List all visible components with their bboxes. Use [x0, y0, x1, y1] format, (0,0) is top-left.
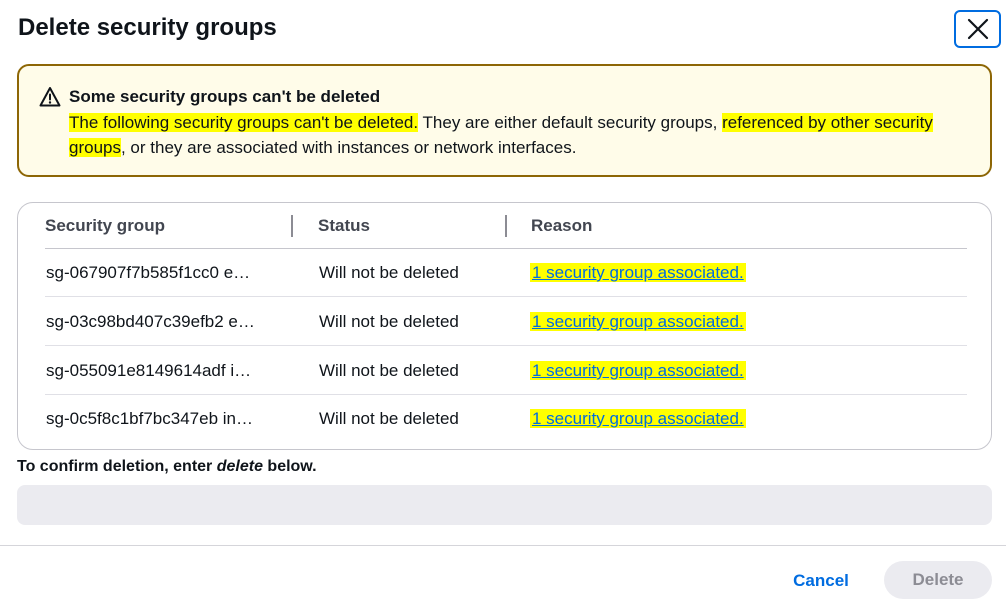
reason-link[interactable]: 1 security group associated.	[530, 361, 746, 380]
reason-link[interactable]: 1 security group associated.	[530, 409, 746, 428]
confirm-label: To confirm deletion, enter delete below.	[17, 458, 317, 476]
confirm-label-suffix: below.	[262, 458, 317, 475]
alert-title: Some security groups can't be deleted	[69, 87, 381, 106]
delete-button[interactable]: Delete	[884, 561, 992, 599]
column-resizer[interactable]	[505, 215, 507, 237]
confirm-keyword: delete	[216, 458, 263, 475]
cancel-button[interactable]: Cancel	[778, 562, 864, 600]
reason-link[interactable]: 1 security group associated.	[530, 263, 746, 282]
close-button[interactable]	[954, 10, 1001, 48]
table-row: sg-03c98bd407c39efb2 e… Will not be dele…	[45, 298, 967, 346]
status-text: Will not be deleted	[319, 409, 459, 428]
warning-icon	[39, 87, 61, 107]
modal-title: Delete security groups	[18, 14, 277, 41]
column-header-security-group: Security group	[45, 216, 165, 235]
column-header-reason: Reason	[531, 216, 593, 235]
column-header-status: Status	[318, 216, 370, 235]
footer-divider	[0, 545, 1006, 546]
alert-text-4: , or they are associated with instances …	[120, 138, 577, 157]
alert-message: The following security groups can't be d…	[69, 110, 969, 160]
table-row: sg-067907f7b585f1cc0 e… Will not be dele…	[45, 249, 967, 297]
status-text: Will not be deleted	[319, 312, 459, 331]
security-groups-table: Security group Status Reason sg-067907f7…	[17, 202, 992, 450]
security-group-id: sg-03c98bd407c39efb2 e…	[46, 312, 255, 331]
column-resizer[interactable]	[291, 215, 293, 237]
table-row: sg-0c5f8c1bf7bc347eb in… Will not be del…	[45, 395, 967, 443]
security-group-id: sg-055091e8149614adf i…	[46, 361, 252, 380]
alert-text-2: They are either default security groups,	[418, 113, 723, 132]
reason-link[interactable]: 1 security group associated.	[530, 312, 746, 331]
close-icon	[967, 18, 988, 40]
warning-alert: Some security groups can't be deleted Th…	[17, 64, 992, 177]
alert-text-highlight-1: The following security groups can't be d…	[69, 113, 419, 132]
confirm-delete-input[interactable]	[17, 485, 992, 525]
table-row: sg-055091e8149614adf i… Will not be dele…	[45, 347, 967, 395]
status-text: Will not be deleted	[319, 263, 459, 282]
confirm-label-prefix: To confirm deletion, enter	[17, 458, 217, 475]
security-group-id: sg-067907f7b585f1cc0 e…	[46, 263, 251, 282]
security-group-id: sg-0c5f8c1bf7bc347eb in…	[46, 409, 253, 428]
status-text: Will not be deleted	[319, 361, 459, 380]
modal-header: Delete security groups	[18, 10, 1004, 48]
